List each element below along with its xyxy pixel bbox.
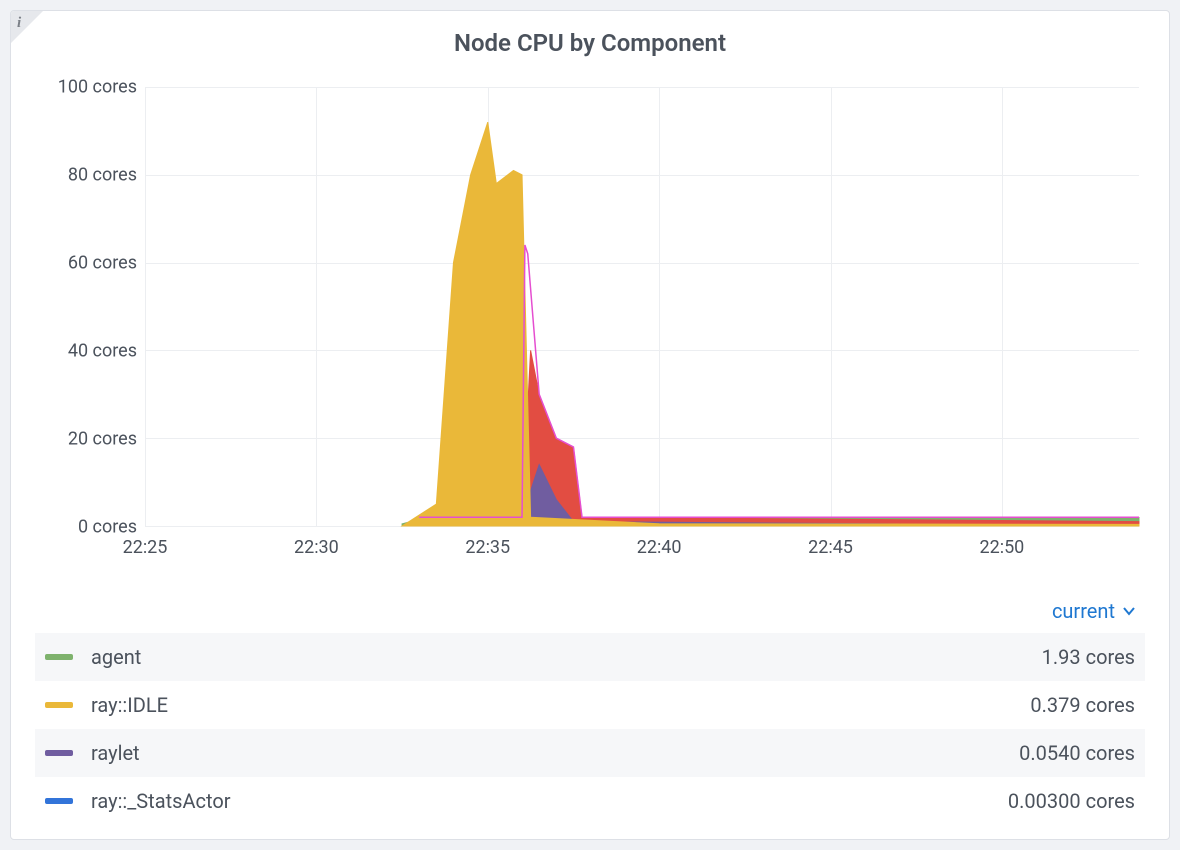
legend-series-name: agent (91, 645, 141, 669)
legend-series-name: raylet (91, 741, 140, 765)
legend-series-name: ray::IDLE (91, 693, 168, 717)
legend-sort-label: current (1052, 599, 1115, 623)
legend-series-value: 0.00300 cores (1008, 789, 1135, 813)
y-tick-label: 80 cores (68, 165, 137, 186)
series-path (522, 350, 1139, 526)
y-axis: 0 cores20 cores40 cores60 cores80 cores1… (41, 87, 141, 527)
y-tick-label: 100 cores (58, 77, 137, 98)
chevron-down-icon (1121, 603, 1137, 619)
x-tick-label: 22:25 (123, 537, 168, 558)
series-path (402, 122, 1139, 526)
chart-area: 0 cores20 cores40 cores60 cores80 cores1… (41, 87, 1139, 567)
panel-corner (11, 11, 43, 43)
legend-row[interactable]: ray::_StatsActor 0.00300 cores (35, 777, 1145, 825)
panel-title: Node CPU by Component (11, 11, 1169, 67)
legend-series-value: 1.93 cores (1042, 645, 1135, 669)
x-tick-label: 22:30 (294, 537, 339, 558)
x-tick-label: 22:50 (979, 537, 1024, 558)
legend-swatch (45, 798, 73, 804)
y-tick-label: 0 cores (78, 517, 137, 538)
y-tick-label: 40 cores (68, 341, 137, 362)
y-tick-label: 60 cores (68, 253, 137, 274)
legend-row[interactable]: raylet 0.0540 cores (35, 729, 1145, 777)
legend-sort-dropdown[interactable]: current (35, 595, 1145, 633)
x-tick-label: 22:45 (808, 537, 853, 558)
legend-row[interactable]: ray::IDLE 0.379 cores (35, 681, 1145, 729)
legend-swatch (45, 654, 73, 660)
legend-series-value: 0.379 cores (1030, 693, 1135, 717)
legend-body: agent 1.93 coresray::IDLE 0.379 coresrayle… (35, 633, 1145, 825)
chart-svg (145, 87, 1139, 526)
x-axis: 22:2522:3022:3522:4022:4522:50 (145, 531, 1139, 567)
legend: current agent 1.93 coresray::IDLE 0.379 co… (35, 595, 1145, 825)
legend-series-name: ray::_StatsActor (91, 789, 231, 813)
legend-row[interactable]: agent 1.93 cores (35, 633, 1145, 681)
legend-swatch (45, 702, 73, 708)
y-tick-label: 20 cores (68, 429, 137, 450)
plot-area[interactable] (145, 87, 1139, 527)
info-icon[interactable]: i (17, 15, 21, 32)
legend-series-value: 0.0540 cores (1019, 741, 1135, 765)
legend-swatch (45, 750, 73, 756)
x-tick-label: 22:40 (637, 537, 682, 558)
panel-node-cpu-by-component: i Node CPU by Component 0 cores 20 cores 4… (10, 10, 1170, 840)
x-tick-label: 22:35 (465, 537, 510, 558)
